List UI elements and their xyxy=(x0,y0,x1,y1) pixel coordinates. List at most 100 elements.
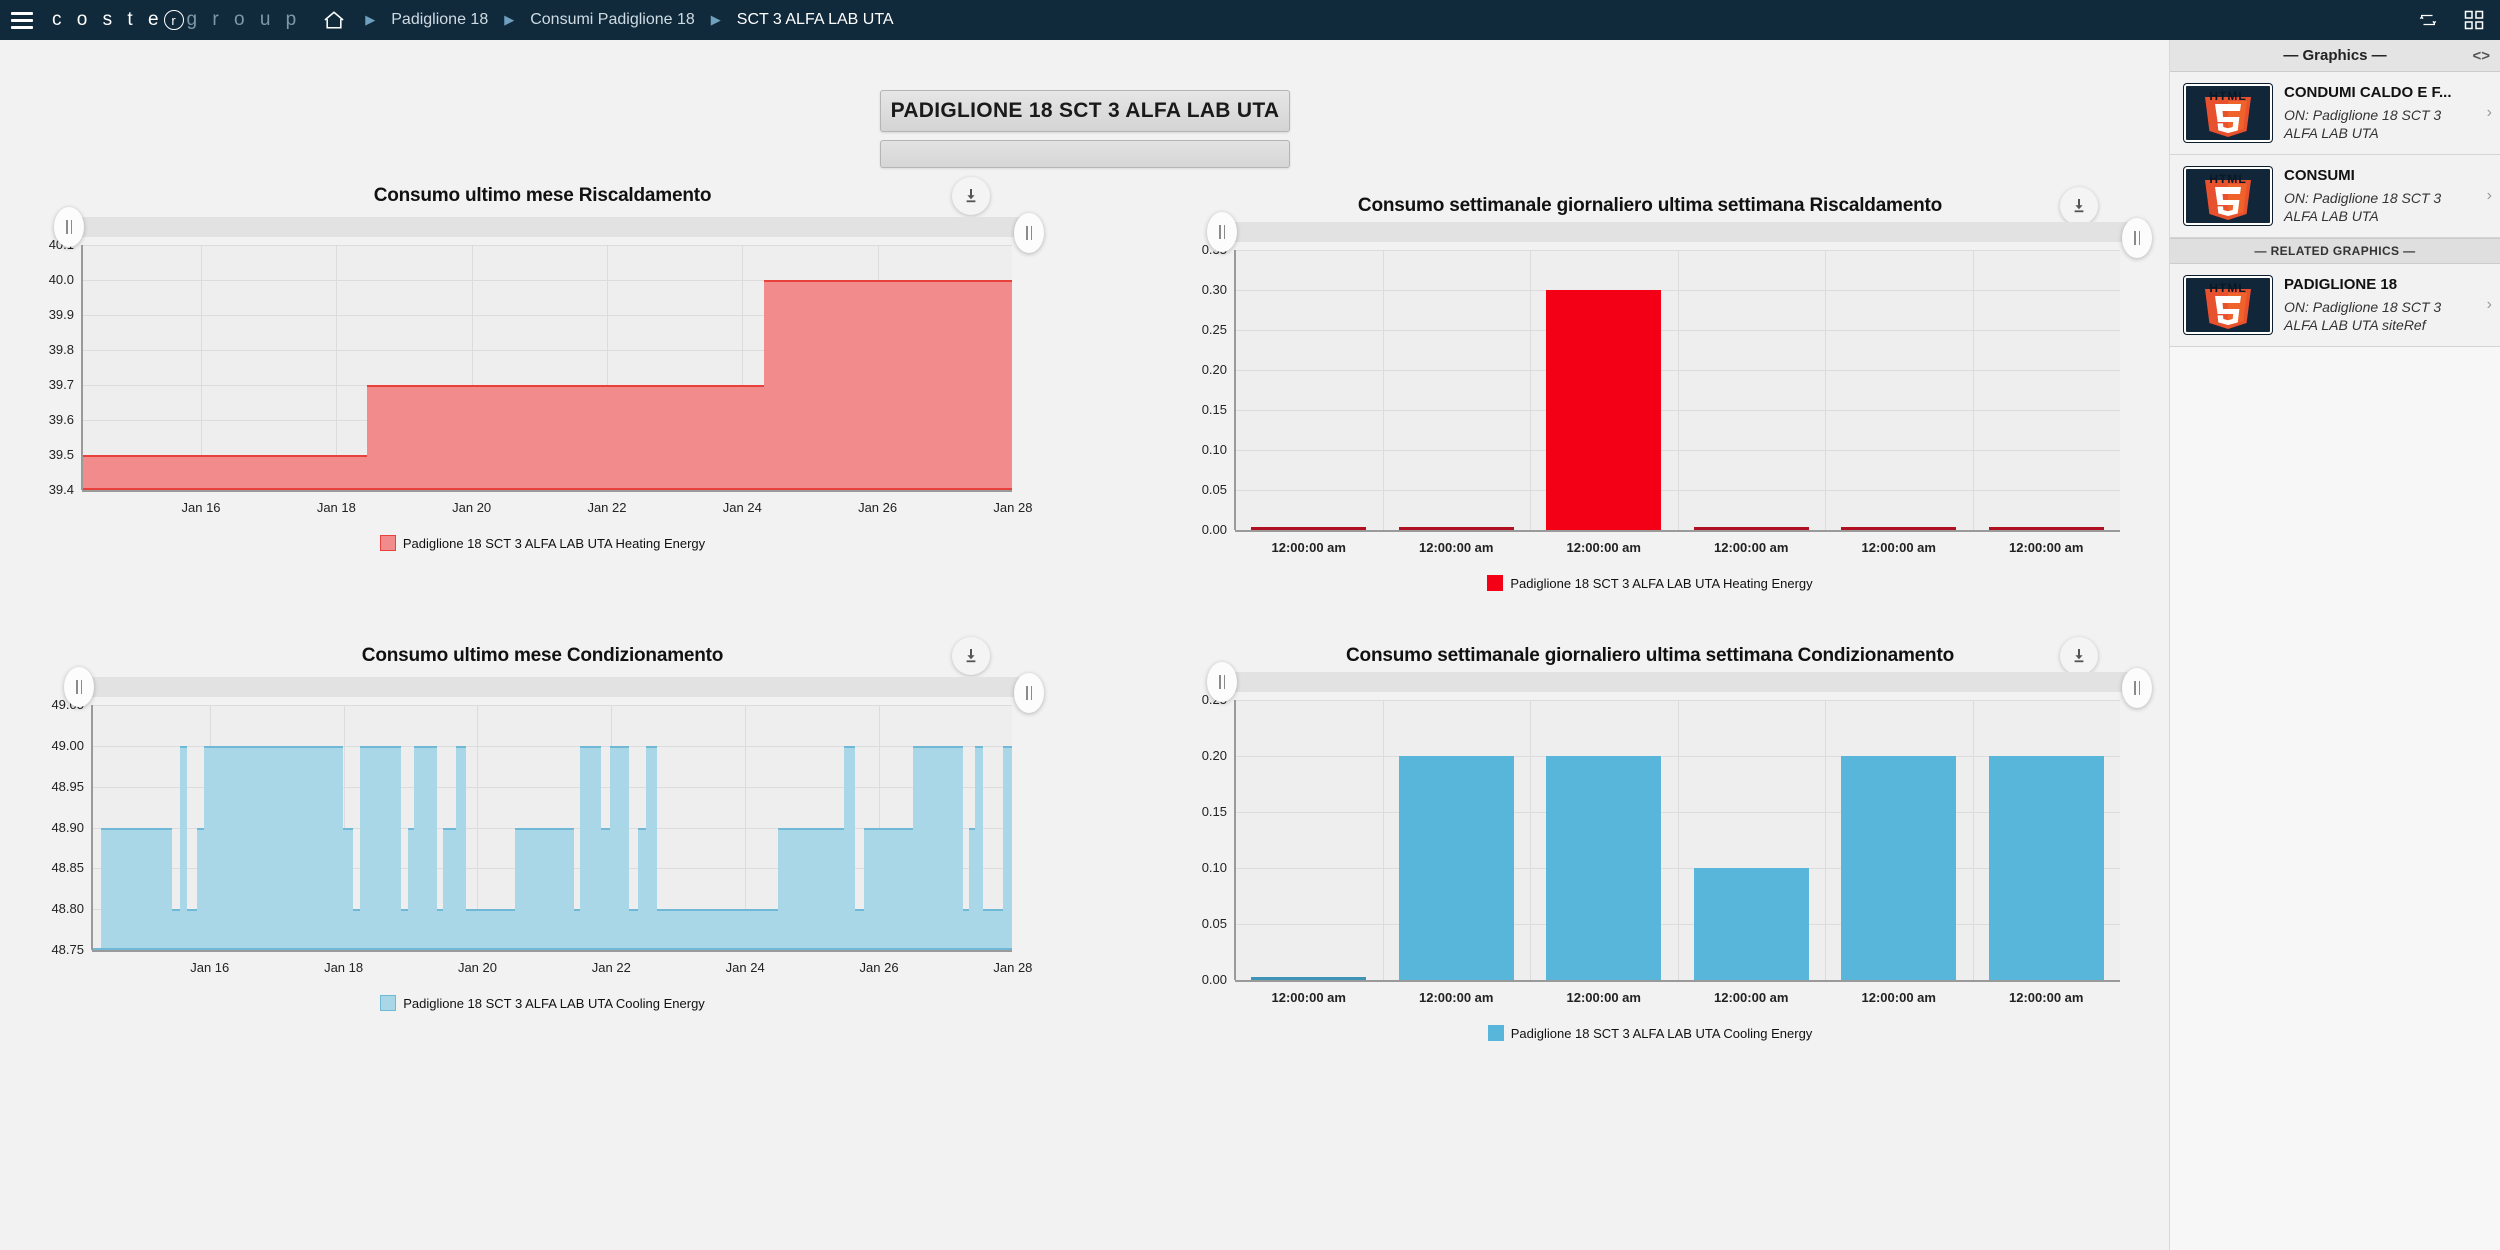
x-axis-tick-label: 12:00:00 am xyxy=(1566,990,1641,1005)
x-axis-tick-label: Jan 18 xyxy=(316,500,356,515)
step-area-top-line xyxy=(843,745,855,748)
step-area-segment xyxy=(366,385,764,490)
sidebar-item-description: ON: Padiglione 18 SCT 3 ALFA LAB UTA xyxy=(2284,106,2442,141)
download-icon[interactable] xyxy=(952,177,990,215)
range-slider-handle-right[interactable] xyxy=(1014,213,1044,253)
x-axis-tick-label: 12:00:00 am xyxy=(1861,540,1936,555)
step-area-top-line xyxy=(465,909,516,912)
nav-right-actions xyxy=(2418,10,2500,30)
breadcrumb-item-0[interactable]: Padiglione 18 xyxy=(391,11,488,29)
page-subtitle-bar xyxy=(880,140,1290,168)
step-area-top-line xyxy=(343,827,354,830)
step-area-segment xyxy=(443,827,457,950)
sidebar-item-title: CONSUMI xyxy=(2284,167,2355,185)
gridline-vertical xyxy=(336,245,337,490)
bar xyxy=(1546,290,1662,530)
x-axis-tick-label: Jan 26 xyxy=(859,960,899,975)
y-axis-tick-label: 0.15 xyxy=(1201,804,1227,819)
range-slider-handle-right[interactable] xyxy=(1014,673,1044,713)
range-slider-handle-left[interactable] xyxy=(1207,212,1237,252)
sidebar-item-texts: PADIGLIONE 18 ON: Padiglione 18 SCT 3 ALF… xyxy=(2284,276,2490,334)
chart-range-scrollbar[interactable] xyxy=(70,217,1024,237)
legend-color-swatch xyxy=(1487,1025,1504,1041)
chart-heating-month: Consumo ultimo mese Riscaldamento 39.4 39.… xyxy=(0,177,1085,635)
download-icon[interactable] xyxy=(2060,637,2098,675)
gridline-vertical xyxy=(1383,700,1384,980)
legend-label: Padiglione 18 SCT 3 ALFA LAB UTA Heating… xyxy=(402,535,706,551)
step-area-top-line xyxy=(172,909,181,912)
breadcrumb-item-2[interactable]: SCT 3 ALFA LAB UTA xyxy=(737,11,894,29)
collapse-panel-icon[interactable]: <> xyxy=(2472,47,2490,64)
range-slider-handle-right[interactable] xyxy=(2122,668,2152,708)
step-area-top-line xyxy=(763,280,1012,282)
bar xyxy=(1546,756,1662,980)
gridline-horizontal xyxy=(92,705,1012,706)
step-area-top-line xyxy=(414,745,437,748)
chart-legend: Padiglione 18 SCT 3 ALFA LAB UTA Cooling… xyxy=(0,995,1085,1011)
brand-logo[interactable]: c o s t e r g r o u p xyxy=(52,9,301,31)
x-axis-tick-label: Jan 20 xyxy=(457,960,497,975)
range-slider-handle-left[interactable] xyxy=(64,667,94,707)
range-slider-handle-left[interactable] xyxy=(54,207,84,247)
step-area-segment xyxy=(456,745,466,950)
step-area-top-line xyxy=(629,909,639,912)
step-area-segment xyxy=(465,909,516,950)
legend-label: Padiglione 18 SCT 3 ALFA LAB UTA Cooling… xyxy=(1510,1025,1813,1041)
hamburger-menu-icon[interactable] xyxy=(0,0,44,40)
chart-title: Consumo settimanale giornaliero ultima s… xyxy=(1357,195,1943,216)
chart-range-scrollbar[interactable] xyxy=(1223,672,2132,692)
html5-logo-thumbnail: HTML xyxy=(2184,167,2272,226)
home-icon[interactable] xyxy=(323,10,345,30)
bar xyxy=(1398,756,1514,980)
gridline-vertical xyxy=(1383,250,1384,530)
y-axis-tick-label: 0.25 xyxy=(1201,322,1227,337)
html5-logo-thumbnail: HTML xyxy=(2184,276,2272,335)
x-axis-tick-label: Jan 18 xyxy=(324,960,364,975)
y-axis-tick-label: 48.80 xyxy=(51,901,84,917)
y-axis-tick-label: 39.5 xyxy=(48,447,74,462)
y-axis-tick-label: 0.05 xyxy=(1201,916,1227,931)
step-area-segment xyxy=(778,827,844,950)
chevron-right-icon[interactable]: › xyxy=(2487,296,2492,314)
step-area-top-line xyxy=(515,827,575,830)
breadcrumb-arrow-icon: ▶ xyxy=(365,12,376,27)
gridline-horizontal xyxy=(82,245,1012,246)
chart-range-scrollbar[interactable] xyxy=(80,677,1024,697)
step-area-top-line xyxy=(863,827,913,830)
step-area-segment xyxy=(579,745,601,950)
refresh-cycle-icon[interactable] xyxy=(2418,11,2438,29)
download-icon[interactable] xyxy=(2060,187,2098,225)
sidebar-item-texts: CONSUMI ON: Padiglione 18 SCT 3 ALFA LAB … xyxy=(2284,167,2490,225)
x-axis-tick-label: Jan 22 xyxy=(587,500,627,515)
sidebar-header: — Graphics — <> xyxy=(2170,40,2500,72)
step-area-top-line xyxy=(638,827,646,830)
step-area-top-line xyxy=(186,909,197,912)
step-area-segment xyxy=(609,745,630,950)
y-axis-tick-label: 0.20 xyxy=(1201,362,1227,377)
range-slider-handle-right[interactable] xyxy=(2122,218,2152,258)
download-icon[interactable] xyxy=(952,637,990,675)
chevron-right-icon[interactable]: › xyxy=(2487,187,2492,205)
sidebar-graphic-item[interactable]: HTML CONSUMI ON: Padiglione 18 SCT 3 ALFA … xyxy=(2170,155,2500,239)
apps-grid-icon[interactable] xyxy=(2464,10,2484,30)
graphics-sidebar: — Graphics — <> HTML CONDUMI CALDO E F...… xyxy=(2170,40,2500,1250)
step-area-segment xyxy=(629,909,639,950)
chart-cooling-month: Consumo ultimo mese Condizionamento 48.75… xyxy=(0,637,1085,1095)
y-axis-tick-label: 48.75 xyxy=(51,942,84,957)
sidebar-graphic-item[interactable]: HTML CONDUMI CALDO E F... ON: Padiglione 1… xyxy=(2170,72,2500,156)
html5-wordmark: HTML xyxy=(2209,89,2247,103)
chart-legend: Padiglione 18 SCT 3 ALFA LAB UTA Cooling… xyxy=(1130,1025,2169,1041)
chevron-right-icon[interactable]: › xyxy=(2487,104,2492,122)
y-axis-tick-label: 0.15 xyxy=(1201,402,1227,417)
sidebar-related-header: — RELATED GRAPHICS — xyxy=(2170,238,2500,265)
sidebar-graphic-item[interactable]: HTML PADIGLIONE 18 ON: Padiglione 18 SCT 3… xyxy=(2170,264,2500,348)
step-area-top-line xyxy=(204,745,344,748)
x-axis-tick-label: 12:00:00 am xyxy=(1566,540,1641,555)
step-area-segment xyxy=(414,745,437,950)
sidebar-item-texts: CONDUMI CALDO E F... ON: Padiglione 18 SC… xyxy=(2284,84,2490,142)
dashboard-canvas: PADIGLIONE 18 SCT 3 ALFA LAB UTA Consumo… xyxy=(0,40,2170,1250)
chart-range-scrollbar[interactable] xyxy=(1223,222,2132,242)
step-area-segment xyxy=(196,827,205,950)
breadcrumb-item-1[interactable]: Consumi Padiglione 18 xyxy=(530,11,695,29)
range-slider-handle-left[interactable] xyxy=(1207,662,1237,702)
